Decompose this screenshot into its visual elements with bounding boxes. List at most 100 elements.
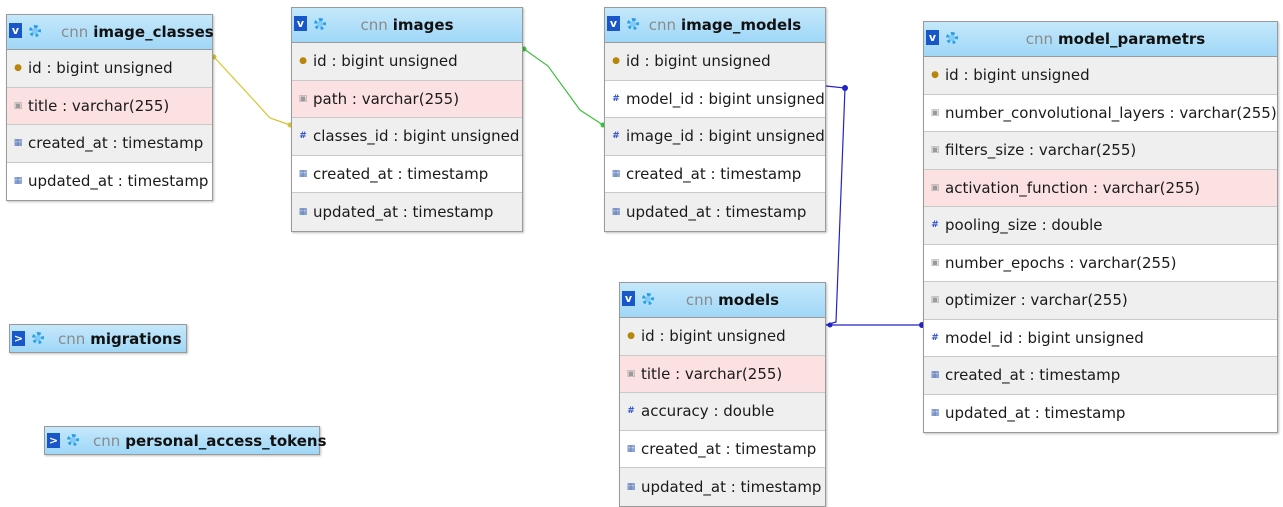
- numeric-type-icon: #: [931, 220, 939, 231]
- table-header[interactable]: v cnn images: [292, 8, 522, 43]
- table-header[interactable]: v cnn image_models: [605, 8, 825, 43]
- collapse-toggle-icon[interactable]: v: [607, 16, 620, 31]
- column-label: id : bigint unsigned: [641, 327, 786, 346]
- collapse-toggle-icon[interactable]: v: [294, 16, 307, 31]
- table-name: personal_access_tokens: [125, 431, 327, 450]
- table-header[interactable]: v cnn model_parametrs: [924, 22, 1277, 57]
- settings-gear-icon[interactable]: [627, 18, 639, 30]
- column-row[interactable]: ● id : bigint unsigned: [292, 43, 522, 81]
- table-personal-access-tokens-collapsed[interactable]: > cnn personal_access_tokens: [44, 426, 327, 455]
- date-type-icon: ▦: [298, 206, 308, 217]
- column-label: title : varchar(255): [641, 364, 783, 383]
- table-model-parametrs[interactable]: v cnn model_parametrs ● id : bigint unsig…: [923, 21, 1278, 433]
- column-label: updated_at : timestamp: [313, 202, 494, 221]
- db-prefix: cnn: [93, 431, 121, 450]
- text-type-icon: ▣: [930, 182, 940, 193]
- column-row[interactable]: ▣ number_convolutional_layers : varchar(2…: [924, 94, 1277, 132]
- column-row[interactable]: ▦ updated_at : timestamp: [7, 162, 212, 200]
- relation-end-dot: [842, 85, 848, 91]
- table-name: image_classes: [93, 23, 214, 41]
- column-label: created_at : timestamp: [641, 439, 817, 458]
- column-label: path : varchar(255): [313, 89, 460, 108]
- column-label: id : bigint unsigned: [313, 52, 458, 71]
- settings-gear-icon[interactable]: [67, 434, 79, 446]
- column-row[interactable]: ▦ created_at : timestamp: [605, 155, 825, 193]
- settings-gear-icon[interactable]: [642, 293, 654, 305]
- text-type-icon: ▣: [930, 257, 940, 268]
- table-images[interactable]: v cnn images ● id : bigint unsigned ▣ path…: [291, 7, 523, 232]
- column-label: id : bigint unsigned: [945, 66, 1090, 85]
- column-row[interactable]: ● id : bigint unsigned: [620, 318, 825, 356]
- collapse-toggle-icon[interactable]: v: [9, 23, 22, 38]
- column-row[interactable]: ▣ path : varchar(255): [292, 80, 522, 118]
- column-row[interactable]: # model_id : bigint unsigned: [605, 80, 825, 118]
- settings-gear-icon[interactable]: [29, 25, 41, 37]
- column-row[interactable]: ▣ title : varchar(255): [620, 355, 825, 393]
- settings-gear-icon[interactable]: [314, 18, 326, 30]
- column-row[interactable]: # model_id : bigint unsigned: [924, 319, 1277, 357]
- db-prefix: cnn: [58, 329, 86, 348]
- date-type-icon: ▦: [13, 176, 23, 187]
- date-type-icon: ▦: [626, 481, 636, 492]
- column-label: pooling_size : double: [945, 216, 1103, 235]
- column-row[interactable]: ● id : bigint unsigned: [605, 43, 825, 81]
- column-row[interactable]: ▦ updated_at : timestamp: [620, 468, 825, 506]
- column-row[interactable]: ▦ updated_at : timestamp: [292, 193, 522, 231]
- table-image-models[interactable]: v cnn image_models ● id : bigint unsigned…: [604, 7, 826, 232]
- expand-toggle-icon[interactable]: >: [47, 433, 60, 448]
- relation-models-image-models: [825, 85, 846, 326]
- column-row[interactable]: ▣ filters_size : varchar(255): [924, 132, 1277, 170]
- column-label: title : varchar(255): [28, 96, 170, 115]
- numeric-type-icon: #: [612, 131, 620, 142]
- primary-key-icon: ●: [14, 63, 22, 74]
- column-row[interactable]: ▣ number_epochs : varchar(255): [924, 244, 1277, 282]
- text-type-icon: ▣: [626, 368, 636, 379]
- db-prefix: cnn: [61, 23, 89, 41]
- column-row[interactable]: # pooling_size : double: [924, 207, 1277, 245]
- table-models[interactable]: v cnn models ● id : bigint unsigned ▣ titl…: [619, 282, 826, 507]
- collapse-toggle-icon[interactable]: v: [926, 30, 939, 45]
- collapse-toggle-icon[interactable]: v: [622, 291, 635, 306]
- date-type-icon: ▦: [611, 206, 621, 217]
- column-label: accuracy : double: [641, 402, 775, 421]
- table-header[interactable]: v cnn image_classes: [7, 15, 214, 50]
- column-label: created_at : timestamp: [945, 366, 1121, 385]
- expand-toggle-icon[interactable]: >: [12, 331, 25, 346]
- text-type-icon: ▣: [298, 93, 308, 104]
- column-label: updated_at : timestamp: [641, 477, 822, 496]
- column-label: id : bigint unsigned: [626, 52, 771, 71]
- primary-key-icon: ●: [627, 331, 635, 342]
- column-row[interactable]: ▦ created_at : timestamp: [7, 125, 212, 163]
- column-row[interactable]: ▦ created_at : timestamp: [292, 155, 522, 193]
- relation-end-dot: [827, 322, 833, 328]
- column-row[interactable]: # classes_id : bigint unsigned: [292, 118, 522, 156]
- column-row[interactable]: ▣ title : varchar(255): [7, 87, 212, 125]
- numeric-type-icon: #: [627, 406, 635, 417]
- column-label: classes_id : bigint unsigned: [313, 127, 520, 146]
- column-row[interactable]: ▦ created_at : timestamp: [620, 430, 825, 468]
- column-row[interactable]: ▦ updated_at : timestamp: [605, 193, 825, 231]
- column-label: created_at : timestamp: [313, 164, 489, 183]
- column-row[interactable]: ▣ activation_function : varchar(255): [924, 169, 1277, 207]
- table-header[interactable]: v cnn models: [620, 283, 825, 318]
- column-row[interactable]: # image_id : bigint unsigned: [605, 118, 825, 156]
- numeric-type-icon: #: [612, 93, 620, 104]
- column-row[interactable]: ● id : bigint unsigned: [7, 50, 212, 88]
- column-label: created_at : timestamp: [28, 134, 204, 153]
- table-migrations-collapsed[interactable]: > cnn migrations: [9, 324, 187, 353]
- settings-gear-icon[interactable]: [32, 332, 44, 344]
- db-prefix: cnn: [1025, 30, 1054, 48]
- date-type-icon: ▦: [930, 408, 940, 419]
- date-type-icon: ▦: [626, 443, 636, 454]
- text-type-icon: ▣: [930, 295, 940, 306]
- column-row[interactable]: ● id : bigint unsigned: [924, 57, 1277, 95]
- settings-gear-icon[interactable]: [946, 32, 958, 44]
- primary-key-icon: ●: [931, 70, 939, 81]
- table-image-classes[interactable]: v cnn image_classes ● id : bigint unsigne…: [6, 14, 214, 201]
- column-row[interactable]: ▦ updated_at : timestamp: [924, 394, 1277, 432]
- column-label: updated_at : timestamp: [945, 404, 1126, 423]
- numeric-type-icon: #: [299, 131, 307, 142]
- column-row[interactable]: ▣ optimizer : varchar(255): [924, 282, 1277, 320]
- column-row[interactable]: ▦ created_at : timestamp: [924, 357, 1277, 395]
- column-row[interactable]: # accuracy : double: [620, 393, 825, 431]
